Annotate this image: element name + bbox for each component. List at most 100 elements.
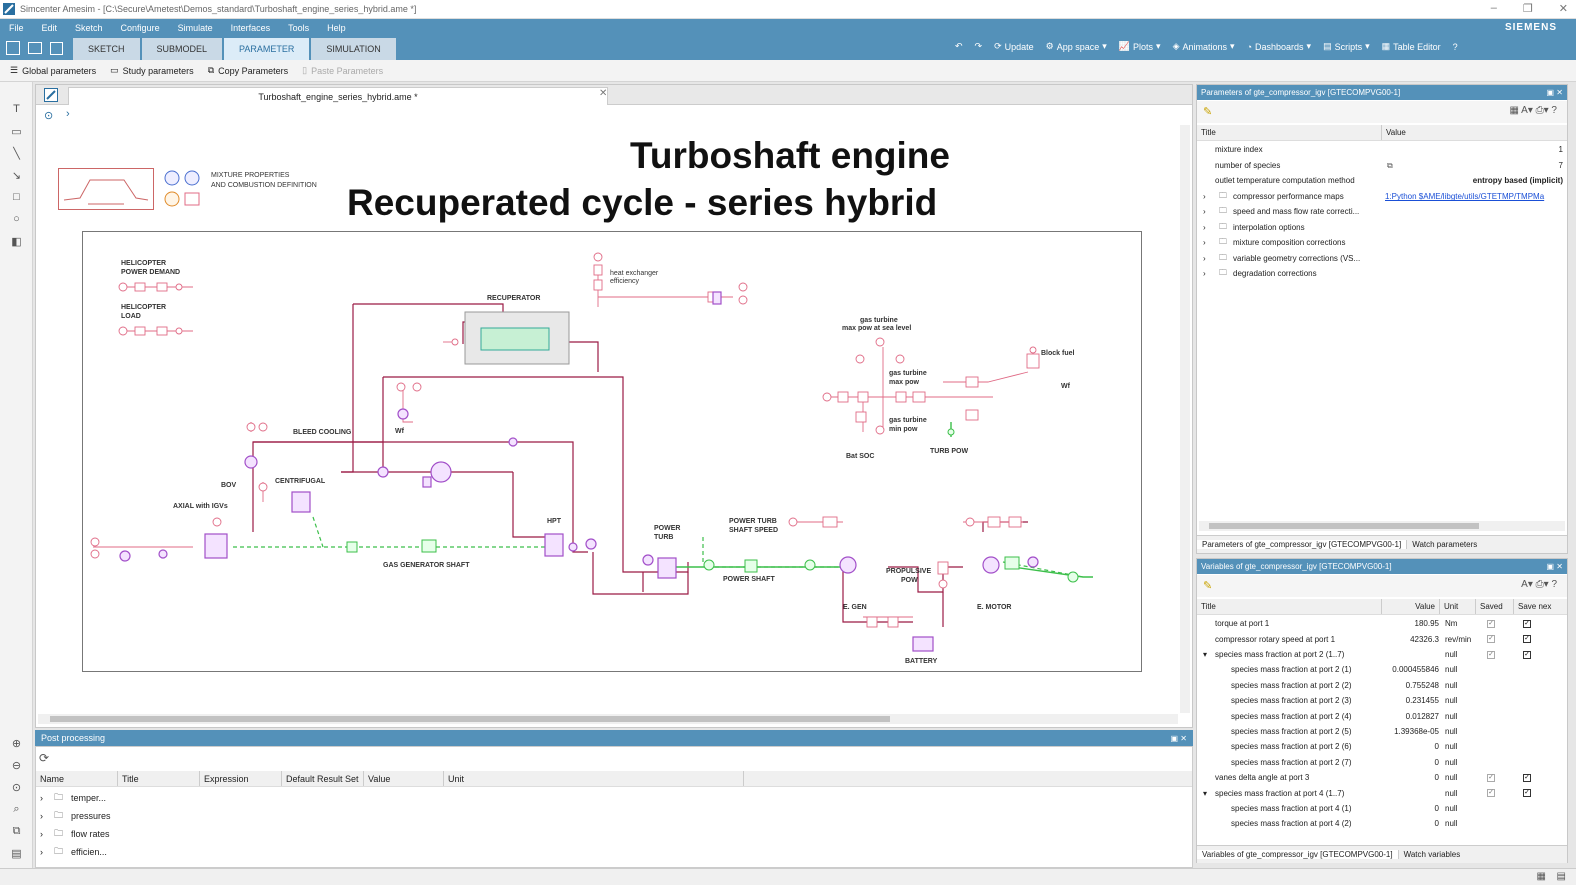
rectangle-tool-icon[interactable]: □ — [0, 186, 33, 208]
plots-button[interactable]: 📈 Plots ▾ — [1119, 41, 1161, 52]
panel-close-icon[interactable]: ▣ ✕ — [1171, 734, 1187, 743]
save-file-icon[interactable] — [50, 41, 63, 55]
col-value[interactable]: Value — [1382, 125, 1406, 140]
variable-row[interactable]: species mass fraction at port 2 (1) 0.000… — [1197, 662, 1567, 678]
tab-watch-parameters[interactable]: Watch parameters — [1407, 540, 1482, 549]
copy-parameters-button[interactable]: ⧉ Copy Parameters — [208, 65, 288, 76]
variable-row[interactable]: species mass fraction at port 4 (2) 0 null — [1197, 816, 1567, 832]
params-hscroll[interactable] — [1199, 521, 1565, 531]
variable-row[interactable]: torque at port 1 180.95 Nm ✓ ✓ — [1197, 616, 1567, 632]
menu-tools[interactable]: Tools — [288, 23, 309, 33]
navigate-up-icon[interactable]: ⊙ — [44, 109, 53, 122]
parameter-row[interactable]: › 🗀 degradation corrections — [1197, 266, 1567, 282]
zoom-out-icon[interactable]: ⊖ — [0, 754, 33, 776]
pencil-icon[interactable]: ✎ — [1203, 105, 1212, 118]
status-list-icon[interactable]: ▤ — [1557, 871, 1566, 882]
tab-parameters[interactable]: Parameters of gte_compressor_igv [GTECOM… — [1197, 540, 1408, 549]
tab-watch-variables[interactable]: Watch variables — [1399, 850, 1466, 859]
zoom-in-icon[interactable]: ⊕ — [0, 732, 33, 754]
menu-sketch[interactable]: Sketch — [75, 23, 103, 33]
document-tab[interactable]: Turboshaft_engine_series_hybrid.ame * — [68, 87, 608, 105]
col-name[interactable]: Name — [36, 771, 118, 786]
variable-row[interactable]: species mass fraction at port 2 (7) 0 null — [1197, 755, 1567, 771]
minimize-icon[interactable]: – — [1491, 2, 1497, 15]
parameter-row[interactable]: mixture index 1 — [1197, 142, 1567, 158]
menu-help[interactable]: Help — [327, 23, 346, 33]
variable-row[interactable]: species mass fraction at port 2 (5) 1.393… — [1197, 724, 1567, 740]
saved-checkbox[interactable]: ✓ — [1487, 635, 1495, 644]
parameter-tools-icon[interactable]: ▦ A▾ ⎙▾ ? — [1509, 105, 1557, 116]
col-expression[interactable]: Expression — [200, 771, 282, 786]
arrow-tool-icon[interactable]: ↘ — [0, 164, 33, 186]
new-file-icon[interactable] — [6, 41, 20, 55]
menu-configure[interactable]: Configure — [121, 23, 160, 33]
redo-icon[interactable]: ↷ — [975, 41, 983, 52]
save-next-checkbox[interactable]: ✓ — [1523, 773, 1531, 782]
col-title[interactable]: Title — [1197, 599, 1382, 614]
col-title[interactable]: Title — [1197, 125, 1382, 140]
variable-row[interactable]: vanes delta angle at port 3 0 null ✓ ✓ — [1197, 770, 1567, 786]
menu-file[interactable]: File — [9, 23, 24, 33]
open-file-icon[interactable] — [28, 42, 42, 54]
tab-variables[interactable]: Variables of gte_compressor_igv [GTECOMP… — [1197, 850, 1399, 859]
variable-row[interactable]: ▾ species mass fraction at port 4 (1..7) n… — [1197, 785, 1567, 801]
parameter-row[interactable]: number of species ⧉ 7 — [1197, 158, 1567, 174]
col-saved[interactable]: Saved — [1476, 599, 1514, 614]
variable-row[interactable]: species mass fraction at port 2 (4) 0.012… — [1197, 708, 1567, 724]
recuperator-core[interactable] — [480, 327, 550, 351]
col-title[interactable]: Title — [118, 771, 200, 786]
parameter-row[interactable]: › 🗀 compressor performance maps 1:Python $A… — [1197, 189, 1567, 205]
tree-row[interactable]: › 🗀 pressures — [40, 807, 111, 825]
image-tool-icon[interactable]: ▭ — [0, 120, 33, 142]
tree-row[interactable]: › 🗀 efficien... — [40, 843, 107, 861]
panel-close-icon[interactable]: ▣ ✕ — [1547, 562, 1563, 571]
col-unit[interactable]: Unit — [1440, 599, 1476, 614]
chevron-right-icon[interactable]: › — [66, 108, 70, 120]
dashboards-button[interactable]: ◔ Dashboards ▾ — [1247, 41, 1312, 52]
table-editor-button[interactable]: ▦ Table Editor — [1382, 41, 1441, 52]
tab-sketch[interactable]: SKETCH — [73, 38, 140, 60]
parameter-row[interactable]: › 🗀 speed and mass flow rate correcti... — [1197, 204, 1567, 220]
parameter-row[interactable]: outlet temperature computation method ent… — [1197, 173, 1567, 189]
panel-close-icon[interactable]: ▣ ✕ — [1547, 88, 1563, 97]
col-value[interactable]: Value — [1382, 599, 1440, 614]
expand-toggle-icon[interactable]: ▾ — [1203, 650, 1207, 659]
zoom-area-icon[interactable]: ⌕ — [0, 798, 33, 820]
saved-checkbox[interactable]: ✓ — [1487, 619, 1495, 628]
mechanical-components[interactable] — [346, 428, 1079, 583]
variable-tools-icon[interactable]: A▾ ⎙▾ ? — [1521, 579, 1557, 590]
parameter-row[interactable]: › 🗀 interpolation options — [1197, 220, 1567, 236]
tree-row[interactable]: › 🗀 temper... — [40, 789, 106, 807]
maximize-icon[interactable]: ❐ — [1523, 2, 1533, 15]
zoom-fit-icon[interactable]: ⊙ — [0, 776, 33, 798]
undo-icon[interactable]: ↶ — [955, 41, 963, 52]
line-tool-icon[interactable]: ╲ — [0, 142, 33, 164]
table-icon[interactable]: ▤ — [0, 842, 33, 864]
save-next-checkbox[interactable]: ✓ — [1523, 635, 1531, 644]
col-unit[interactable]: Unit — [444, 771, 744, 786]
global-parameters-button[interactable]: ☰ Global parameters — [10, 65, 96, 76]
tab-submodel[interactable]: SUBMODEL — [141, 38, 223, 60]
fill-tool-icon[interactable]: ◧ — [0, 230, 33, 252]
saved-checkbox[interactable]: ✓ — [1487, 789, 1495, 798]
expand-toggle-icon[interactable]: ▾ — [1203, 789, 1207, 798]
text-tool-icon[interactable]: T — [0, 98, 33, 120]
saved-checkbox[interactable]: ✓ — [1487, 773, 1495, 782]
flight-profile-thumbnail[interactable] — [58, 168, 154, 210]
col-save-next[interactable]: Save nex — [1514, 599, 1551, 614]
status-grid-icon[interactable]: ▦ — [1537, 871, 1546, 882]
tab-simulation[interactable]: SIMULATION — [311, 38, 396, 60]
help-icon[interactable]: ? — [1453, 42, 1458, 52]
saved-checkbox[interactable]: ✓ — [1487, 650, 1495, 659]
app-space-button[interactable]: ⚙ App space ▾ — [1046, 41, 1107, 52]
variable-row[interactable]: species mass fraction at port 2 (3) 0.231… — [1197, 693, 1567, 709]
ellipse-tool-icon[interactable]: ○ — [0, 208, 33, 230]
tree-row[interactable]: › 🗀 flow rates — [40, 825, 110, 843]
tab-parameter[interactable]: PARAMETER — [224, 38, 310, 60]
copy-icon[interactable]: ⧉ — [1387, 161, 1393, 171]
menu-interfaces[interactable]: Interfaces — [231, 23, 271, 33]
save-next-checkbox[interactable]: ✓ — [1523, 650, 1531, 659]
parameter-row[interactable]: › 🗀 mixture composition corrections — [1197, 235, 1567, 251]
variable-row[interactable]: species mass fraction at port 2 (6) 0 null — [1197, 739, 1567, 755]
pencil-icon[interactable]: ✎ — [1203, 579, 1212, 592]
